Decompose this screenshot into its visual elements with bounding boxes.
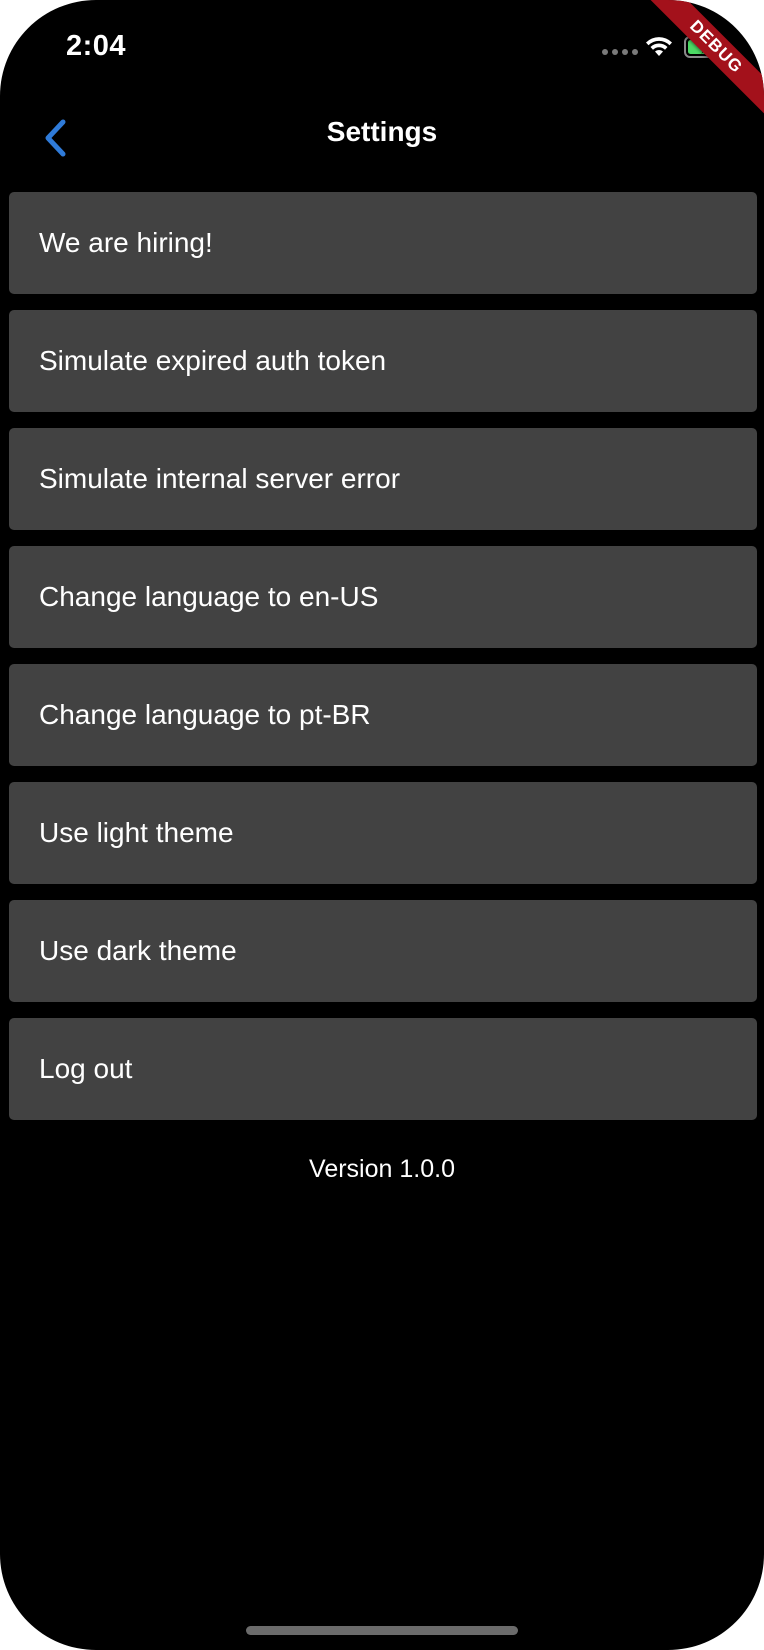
- settings-item-simulate-expired-token[interactable]: Simulate expired auth token: [9, 310, 757, 412]
- device-notch: [172, 0, 596, 62]
- page-title: Settings: [326, 116, 438, 147]
- status-bar: 2:04 DEBUG: [0, 0, 764, 127]
- navigation-bar: Settings: [0, 96, 764, 184]
- settings-item-language-pt-br[interactable]: Change language to pt-BR: [9, 664, 757, 766]
- settings-item-dark-theme[interactable]: Use dark theme: [9, 900, 757, 1002]
- wifi-icon: [646, 37, 672, 56]
- settings-item-log-out[interactable]: Log out: [9, 1018, 757, 1120]
- version-label: Version 1.0.0: [309, 1155, 455, 1183]
- settings-item-simulate-server-error[interactable]: Simulate internal server error: [9, 428, 757, 530]
- settings-item-we-are-hiring[interactable]: We are hiring!: [9, 192, 757, 294]
- home-indicator[interactable]: [246, 1626, 518, 1635]
- settings-item-light-theme[interactable]: Use light theme: [9, 782, 757, 884]
- settings-list: We are hiring! Simulate expired auth tok…: [9, 192, 757, 1136]
- phone-screen: 2:04 DEBUG Settings We are hiring! Simul…: [0, 0, 764, 1650]
- settings-item-language-en-us[interactable]: Change language to en-US: [9, 546, 757, 648]
- cellular-signal-icon: [602, 49, 638, 55]
- status-time: 2:04: [66, 30, 127, 62]
